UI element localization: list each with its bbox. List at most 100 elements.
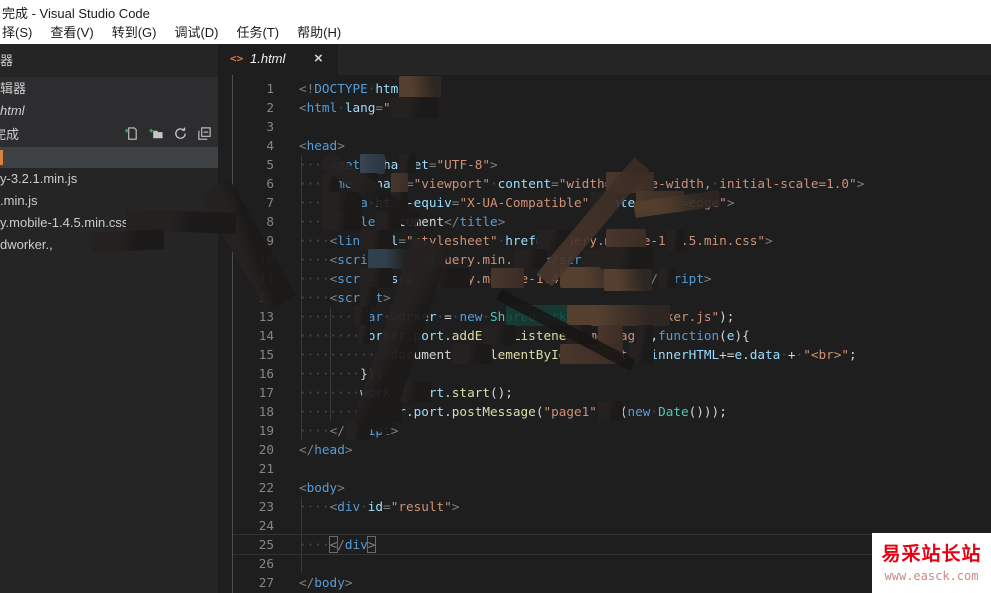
menu-bar: 择(S) 查看(V) 转到(G) 调试(D) 任务(T) 帮助(H) bbox=[0, 22, 991, 44]
tab-1html[interactable]: <> 1.html × bbox=[218, 44, 338, 75]
code-line-13[interactable]: 13 ········var·worker·=·new·SharedWorker(… bbox=[233, 307, 991, 326]
folder-actions bbox=[124, 126, 212, 141]
bracket-match-box bbox=[329, 536, 338, 553]
code-line-7[interactable]: 7 ····<meta·http-equiv="X-UA-Compatible"·… bbox=[233, 193, 991, 212]
folder-section-header[interactable]: 完成 bbox=[0, 122, 218, 147]
line-number[interactable]: 15 bbox=[233, 345, 274, 364]
line-number[interactable]: 12 bbox=[233, 288, 274, 307]
tab-label: 1.html bbox=[250, 51, 286, 66]
code-text: ····<script·src="jquery.min.js"></script… bbox=[299, 252, 613, 267]
explorer-title: 器 bbox=[0, 53, 14, 68]
file-icon-fragment bbox=[0, 150, 3, 165]
code-text: ····<meta·name="viewport"·content="width… bbox=[299, 176, 865, 191]
line-number[interactable]: 5 bbox=[233, 155, 274, 174]
line-number[interactable]: 1 bbox=[233, 79, 274, 98]
line-number[interactable]: 6 bbox=[233, 174, 274, 193]
menu-item-3[interactable]: 调试(D) bbox=[165, 22, 227, 44]
code-text: ····<script> bbox=[299, 290, 391, 305]
code-line-19[interactable]: 19 ····</script> bbox=[233, 421, 991, 440]
line-number[interactable]: 9 bbox=[233, 231, 274, 250]
code-line-18[interactable]: 18 ········worker.port.postMessage("page1… bbox=[233, 402, 991, 421]
menu-item-4[interactable]: 任务(T) bbox=[228, 22, 289, 44]
code-line-23[interactable]: 23 ····<div·id="result"> bbox=[233, 497, 991, 516]
collapse-all-icon[interactable] bbox=[197, 126, 212, 141]
window-title: 完成 - Visual Studio Code bbox=[2, 6, 150, 21]
code-line-17[interactable]: 17 ········worker.port.start(); bbox=[233, 383, 991, 402]
code-editor[interactable]: 1 <!DOCTYPE·html> 2 <html·lang="en"> 3 4 <head… bbox=[233, 75, 991, 593]
open-editor-item[interactable]: html bbox=[0, 100, 218, 122]
code-line-16[interactable]: 16 ········}); bbox=[233, 364, 991, 383]
menu-item-5[interactable]: 帮助(H) bbox=[288, 22, 350, 44]
code-line-21[interactable]: 21 bbox=[233, 459, 991, 478]
line-number[interactable]: 11 bbox=[233, 269, 274, 288]
code-line-14[interactable]: 14 ········worker.port.addEventListener("… bbox=[233, 326, 991, 345]
line-number[interactable]: 8 bbox=[233, 212, 274, 231]
line-number[interactable]: 23 bbox=[233, 497, 274, 516]
open-editors-header[interactable]: 辑器 bbox=[0, 77, 218, 100]
vscode-window: 完成 - Visual Studio Code 择(S) 查看(V) 转到(G) 调试… bbox=[0, 0, 991, 593]
line-number[interactable]: 20 bbox=[233, 440, 274, 459]
code-area[interactable]: 1 <!DOCTYPE·html> 2 <html·lang="en"> 3 4 <head… bbox=[233, 79, 991, 592]
line-number[interactable]: 19 bbox=[233, 421, 274, 440]
tab-bar: <> 1.html × bbox=[218, 44, 991, 75]
line-number[interactable]: 21 bbox=[233, 459, 274, 478]
code-text: ····<meta·charset="UTF-8"> bbox=[299, 157, 498, 172]
tab-close-icon[interactable]: × bbox=[314, 50, 323, 67]
code-text: ····</script> bbox=[299, 423, 399, 438]
line-number[interactable]: 13 bbox=[233, 307, 274, 326]
line-number[interactable]: 16 bbox=[233, 364, 274, 383]
code-line-12[interactable]: 12 ····<script> bbox=[233, 288, 991, 307]
line-number[interactable]: 10 bbox=[233, 250, 274, 269]
line-number[interactable]: 7 bbox=[233, 193, 274, 212]
line-number[interactable]: 18 bbox=[233, 402, 274, 421]
file-item[interactable]: dworker., bbox=[0, 234, 218, 256]
code-line-1[interactable]: 1 <!DOCTYPE·html> bbox=[233, 79, 991, 98]
line-number[interactable]: 22 bbox=[233, 478, 274, 497]
line-number[interactable]: 25 bbox=[233, 535, 274, 554]
file-item[interactable]: y-3.2.1.min.js bbox=[0, 168, 218, 190]
line-number[interactable]: 24 bbox=[233, 516, 274, 535]
code-text: ········}); bbox=[299, 366, 384, 381]
line-number[interactable]: 2 bbox=[233, 98, 274, 117]
code-text: ····<meta·http-equiv="X-UA-Compatible"·c… bbox=[299, 195, 735, 210]
line-number[interactable]: 26 bbox=[233, 554, 274, 573]
new-file-icon[interactable] bbox=[124, 126, 139, 141]
code-line-2[interactable]: 2 <html·lang="en"> bbox=[233, 98, 991, 117]
code-line-9[interactable]: 9 ····<link·rel="stylesheet"·href="jquery… bbox=[233, 231, 991, 250]
menu-item-2[interactable]: 转到(G) bbox=[103, 22, 166, 44]
code-line-4[interactable]: 4 <head> bbox=[233, 136, 991, 155]
code-text: </body> bbox=[299, 575, 353, 590]
code-line-22[interactable]: 22 <body> bbox=[233, 478, 991, 497]
line-number[interactable]: 3 bbox=[233, 117, 274, 136]
code-text: ····<script·src="jquery.mobile-1.4.5.min… bbox=[299, 271, 712, 286]
code-line-20[interactable]: 20 </head> bbox=[233, 440, 991, 459]
code-line-8[interactable]: 8 ····<title>Document</title> bbox=[233, 212, 991, 231]
code-text: ····<title>Document</title> bbox=[299, 214, 506, 229]
code-text: ········worker.port.start(); bbox=[299, 385, 513, 400]
bracket-match-box bbox=[367, 536, 376, 553]
line-number[interactable]: 14 bbox=[233, 326, 274, 345]
code-line-11[interactable]: 11 ····<script·src="jquery.mobile-1.4.5.m… bbox=[233, 269, 991, 288]
code-text: ········worker.port.postMessage("page1"·… bbox=[299, 404, 727, 419]
code-text: </head> bbox=[299, 442, 353, 457]
file-item[interactable]: y.mobile-1.4.5.min.css bbox=[0, 212, 218, 234]
new-folder-icon[interactable] bbox=[148, 126, 164, 141]
code-line-10[interactable]: 10 ····<script·src="jquery.min.js"></scri… bbox=[233, 250, 991, 269]
file-item[interactable]: .min.js bbox=[0, 190, 218, 212]
watermark-title: 易采站长站 bbox=[881, 543, 982, 565]
selected-file-row[interactable] bbox=[0, 147, 218, 168]
code-line-15[interactable]: 15 ············document.getElementById("r… bbox=[233, 345, 991, 364]
code-text: <!DOCTYPE·html> bbox=[299, 81, 414, 96]
menu-item-0[interactable]: 择(S) bbox=[0, 22, 41, 44]
line-number[interactable]: 4 bbox=[233, 136, 274, 155]
line-number[interactable]: 17 bbox=[233, 383, 274, 402]
code-line-6[interactable]: 6 ····<meta·name="viewport"·content="widt… bbox=[233, 174, 991, 193]
line-number[interactable]: 27 bbox=[233, 573, 274, 592]
menu-item-1[interactable]: 查看(V) bbox=[41, 22, 102, 44]
code-text: ············document.getElementById("res… bbox=[299, 347, 857, 362]
refresh-icon[interactable] bbox=[173, 126, 188, 141]
watermark-url: www.easck.com bbox=[884, 569, 979, 583]
code-line-5[interactable]: 5 ····<meta·charset="UTF-8"> bbox=[233, 155, 991, 174]
code-text: ········var·worker·=·new·SharedWorker("s… bbox=[299, 309, 735, 324]
code-line-3[interactable]: 3 bbox=[233, 117, 991, 136]
